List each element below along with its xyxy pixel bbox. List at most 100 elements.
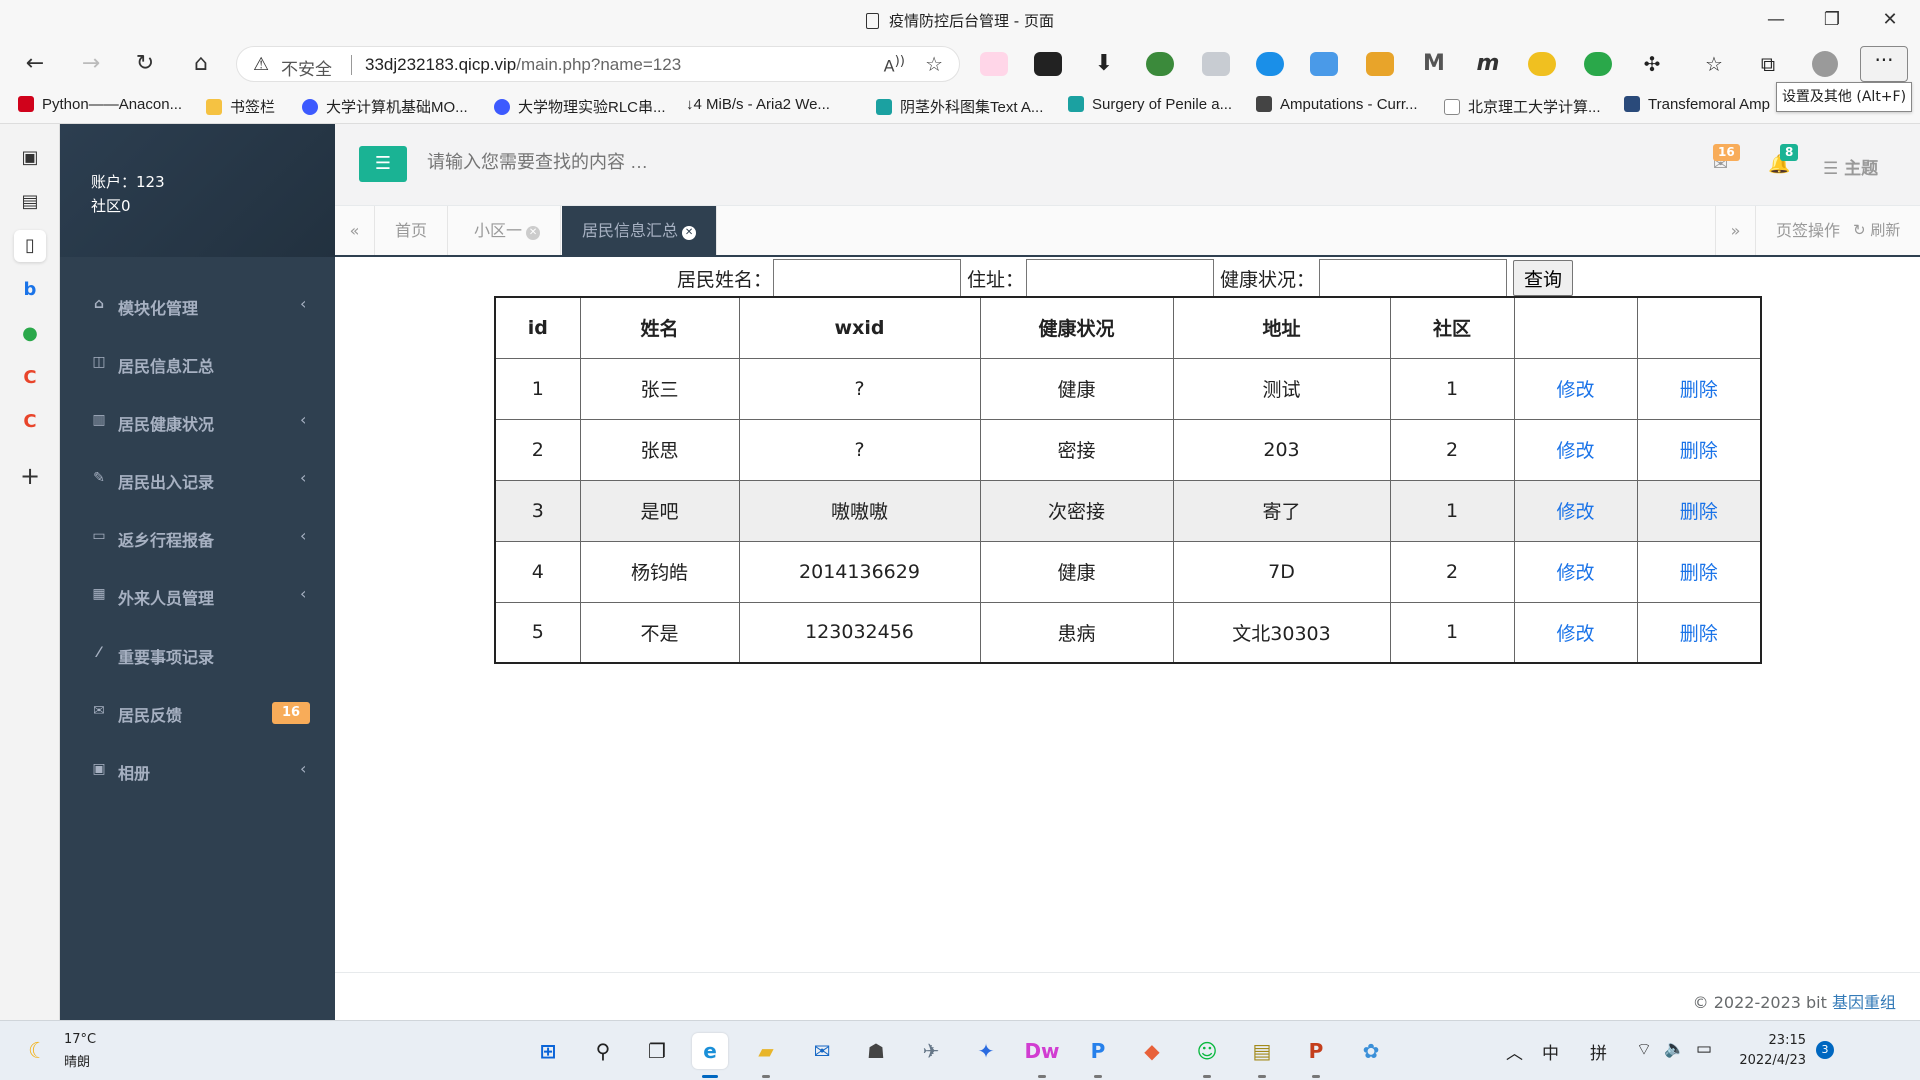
paint-app[interactable]: ✿	[1353, 1033, 1389, 1069]
folder-app[interactable]: ▤	[1244, 1033, 1280, 1069]
bookmark-item[interactable]: Python——Anacon...	[18, 96, 182, 113]
delete-link[interactable]: 删除	[1680, 440, 1718, 462]
mail-app[interactable]: ✉	[804, 1033, 840, 1069]
calendar-icon[interactable]: ▤	[14, 186, 46, 218]
ime-mode[interactable]: 拼	[1590, 1039, 1607, 1064]
bookmark-item[interactable]: Surgery of Penile a...	[1068, 96, 1232, 113]
sidebar-item[interactable]: ▭ 返乡行程报备 ‹	[60, 514, 335, 562]
extensions-puzzle-icon[interactable]: ✣	[1638, 52, 1666, 76]
task-view-button[interactable]: ❐	[639, 1033, 675, 1069]
extension-mask-icon[interactable]	[1034, 52, 1062, 76]
download-icon[interactable]: ⬇	[1090, 52, 1118, 76]
edit-link[interactable]: 修改	[1556, 379, 1594, 401]
security-label[interactable]: 不安全	[281, 55, 332, 80]
edit-link[interactable]: 修改	[1556, 562, 1594, 584]
edit-link[interactable]: 修改	[1556, 623, 1594, 645]
extension-cat-icon[interactable]	[980, 52, 1008, 76]
start-button[interactable]: ⊞	[530, 1033, 566, 1069]
edge-app[interactable]: e	[692, 1033, 728, 1069]
add-favorite-icon[interactable]: ☆	[925, 52, 943, 76]
minimize-button[interactable]: —	[1756, 6, 1796, 34]
search-button[interactable]: ⚲	[585, 1033, 621, 1069]
add-icon[interactable]: +	[14, 460, 46, 492]
sidebar-item[interactable]: ▥ 居民健康状况 ‹	[60, 398, 335, 446]
extension-bird-icon[interactable]	[1202, 52, 1230, 76]
csdn-icon[interactable]: C	[14, 362, 46, 394]
sidebar-item[interactable]: ◫ 居民信息汇总	[60, 340, 335, 388]
notification-badge[interactable]: 3	[1816, 1041, 1834, 1059]
ime-language[interactable]: 中	[1542, 1039, 1559, 1064]
bookmark-item[interactable]: 阴茎外科图集Text A...	[876, 96, 1043, 117]
query-button[interactable]: 查询	[1513, 260, 1573, 296]
edit-link[interactable]: 修改	[1556, 440, 1594, 462]
file-explorer-app[interactable]: ▰	[748, 1033, 784, 1069]
plane-app[interactable]: ✈	[913, 1033, 949, 1069]
tab-operations-dropdown[interactable]: 页签操作 ▾	[1755, 206, 1850, 289]
home-button[interactable]: ⌂	[184, 48, 218, 80]
menu-toggle-button[interactable]: ☰	[359, 146, 407, 182]
search-input[interactable]	[427, 152, 927, 173]
page-icon[interactable]: ▯	[14, 230, 46, 262]
tab-home[interactable]: 首页	[375, 206, 449, 255]
bookmark-item[interactable]: 大学物理实验RLC串...	[494, 96, 666, 117]
cube-app[interactable]: ◆	[1134, 1033, 1170, 1069]
delete-link[interactable]: 删除	[1680, 562, 1718, 584]
extension-shield-icon[interactable]	[1256, 52, 1284, 76]
translate-icon[interactable]	[1310, 52, 1338, 76]
sidebar-item[interactable]: ▦ 外来人员管理 ‹	[60, 572, 335, 620]
reload-button[interactable]: ↻	[128, 48, 162, 80]
read-aloud-icon[interactable]: A))	[884, 54, 905, 75]
address-input[interactable]	[1026, 259, 1214, 297]
wechat-app[interactable]: ☺	[1189, 1033, 1225, 1069]
extension-globe-icon[interactable]	[1146, 52, 1174, 76]
resident-name-input[interactable]	[773, 259, 961, 297]
bookmark-item[interactable]: 北京理工大学计算...	[1444, 96, 1601, 117]
health-status-input[interactable]	[1319, 259, 1507, 297]
profile-avatar[interactable]	[1812, 51, 1838, 77]
csdn-icon[interactable]: C	[14, 406, 46, 438]
close-tab-icon[interactable]: ✕	[682, 226, 697, 240]
powerpoint-app[interactable]: P	[1298, 1033, 1334, 1069]
tab-scroll-left-button[interactable]: «	[335, 206, 375, 255]
dreamweaver-app[interactable]: Dw	[1024, 1033, 1060, 1069]
forward-button[interactable]: →	[74, 48, 108, 80]
delete-link[interactable]: 删除	[1680, 379, 1718, 401]
sidebar-item[interactable]: ⌂ 模块化管理 ‹	[60, 282, 335, 330]
close-tab-icon[interactable]: ✕	[526, 226, 541, 240]
extension-eye-icon[interactable]	[1584, 52, 1612, 76]
settings-more-button[interactable]: ···	[1860, 46, 1908, 82]
close-button[interactable]: ✕	[1870, 6, 1910, 34]
lark-app[interactable]: ✦	[968, 1033, 1004, 1069]
tab-resident-info[interactable]: 居民信息汇总 ✕	[562, 206, 718, 255]
address-bar[interactable]: ⚠ 不安全 33dj232183.qicp.vip/main.php?name=…	[236, 46, 960, 82]
clock[interactable]: 23:15 2022/4/23	[1736, 1031, 1806, 1071]
url-text[interactable]: 33dj232183.qicp.vip/main.php?name=123	[365, 55, 681, 75]
theme-button[interactable]: ☰ 主题	[1823, 154, 1878, 179]
restore-button[interactable]: ❐	[1812, 6, 1852, 34]
alien-app[interactable]: ☗	[858, 1033, 894, 1069]
edit-link[interactable]: 修改	[1556, 501, 1594, 523]
bookmark-item[interactable]: Transfemoral Amp	[1624, 96, 1774, 113]
sidebar-item[interactable]: ▣ 相册 ‹	[60, 747, 335, 795]
bookmark-item[interactable]: Amputations - Curr...	[1256, 96, 1418, 113]
sidebar-item[interactable]: ✎ 居民出入记录 ‹	[60, 456, 335, 504]
p-app[interactable]: P	[1080, 1033, 1116, 1069]
tools-icon[interactable]: ●	[14, 318, 46, 350]
tab-actions-icon[interactable]: ▣	[14, 142, 46, 174]
sidebar-item[interactable]: ⁄ 重要事项记录	[60, 631, 335, 679]
refresh-button[interactable]: ↻ 刷新	[1853, 206, 1900, 255]
volume-icon[interactable]: 🔈	[1664, 1039, 1685, 1059]
bing-icon[interactable]: b	[14, 274, 46, 306]
bookmark-item[interactable]: ↓4 MiB/s - Aria2 We...	[686, 96, 830, 113]
tab-scroll-right-button[interactable]: »	[1715, 206, 1755, 255]
warning-icon[interactable]: ⚠	[253, 54, 269, 75]
delete-link[interactable]: 删除	[1680, 623, 1718, 645]
bookmark-item[interactable]: 大学计算机基础MO...	[302, 96, 468, 117]
wifi-icon[interactable]: ⌔	[1636, 1039, 1652, 1060]
back-button[interactable]: ←	[18, 48, 52, 80]
favorites-icon[interactable]: ☆	[1700, 52, 1728, 76]
delete-link[interactable]: 删除	[1680, 501, 1718, 523]
extension-pencil-icon[interactable]	[1366, 52, 1394, 76]
extension-m-italic-icon[interactable]: m	[1474, 52, 1502, 76]
extension-m-icon[interactable]: M	[1420, 52, 1448, 76]
